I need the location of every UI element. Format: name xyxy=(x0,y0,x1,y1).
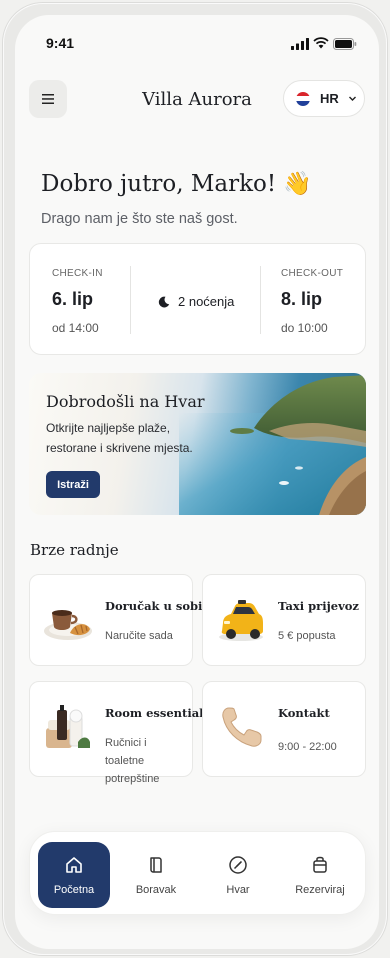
greeting-subtitle: Drago nam je što ste naš gost. xyxy=(41,211,238,227)
tab-label: Hvar xyxy=(226,884,250,896)
quick-action-title: Doručak u sobi xyxy=(105,599,203,613)
quick-action-breakfast[interactable]: Doručak u sobi Naručite sada xyxy=(29,574,202,666)
checkin-label: CHECK-IN xyxy=(52,268,103,279)
quick-action-taxi[interactable]: Taxi prijevoz 5 € popusta xyxy=(202,574,366,666)
status-time: 9:41 xyxy=(46,35,75,51)
stay-divider xyxy=(260,266,261,334)
quick-actions-title: Brze radnje xyxy=(30,541,119,559)
bottom-tab-bar: Početna Boravak Hvar Rezerviraj xyxy=(29,831,366,915)
checkin-date: 6. lip xyxy=(52,289,94,309)
tab-boravak[interactable]: Boravak xyxy=(120,842,192,908)
tab-rezerviraj[interactable]: Rezerviraj xyxy=(284,842,356,908)
quick-action-subtitle: Naručite sada xyxy=(105,630,173,642)
quick-action-subtitle: 5 € popusta xyxy=(278,630,336,642)
banner-text: Otkrijte najljepše plaže, restorane i sk… xyxy=(46,421,193,455)
moon-icon xyxy=(158,296,170,307)
signal-icon xyxy=(291,38,309,50)
quick-action-title: Taxi prijevoz xyxy=(278,599,359,613)
language-code: HR xyxy=(320,91,339,106)
quick-action-subtitle: 9:00 - 22:00 xyxy=(278,741,337,753)
banner-title: Dobrodošli na Hvar xyxy=(46,392,205,411)
stay-divider xyxy=(130,266,131,334)
tab-label: Početna xyxy=(53,884,95,896)
checkout-date: 8. lip xyxy=(281,289,323,309)
quick-action-essentials[interactable]: Room essentials Ručnici i toaletne potre… xyxy=(29,681,210,785)
essentials-icon xyxy=(46,705,90,748)
stay-card: CHECK-IN 6. lip od 14:00 2 noćenja CHECK… xyxy=(29,243,366,355)
checkout-time: do 10:00 xyxy=(281,321,328,335)
app-screen: 9:41 Villa Aurora HR Dobro jutro, Marko!… xyxy=(15,15,379,949)
explore-button[interactable]: Istraži xyxy=(46,471,100,498)
breakfast-icon xyxy=(44,610,92,640)
tab-hvar[interactable]: Hvar xyxy=(202,842,274,908)
quick-action-subtitle: Ručnici i toaletne potrepštine xyxy=(105,737,160,785)
tab-label: Boravak xyxy=(135,884,177,896)
chevron-down-icon xyxy=(348,96,356,101)
compass-icon xyxy=(229,856,247,874)
battery-icon xyxy=(333,38,357,50)
tab-label: Rezerviraj xyxy=(295,884,345,896)
book-icon xyxy=(150,857,162,873)
language-selector[interactable]: HR xyxy=(283,80,365,117)
phone-frame: 9:41 Villa Aurora HR Dobro jutro, Marko!… xyxy=(3,3,387,955)
nights-count: 2 noćenja xyxy=(158,294,234,309)
welcome-banner[interactable]: Dobrodošli na Hvar Otkrijte najljepše pl… xyxy=(29,373,366,515)
greeting-title: Dobro jutro, Marko! 👋 xyxy=(41,171,313,197)
wifi-icon xyxy=(313,37,329,49)
phone-icon xyxy=(222,707,262,747)
home-icon xyxy=(66,857,82,873)
quick-action-title: Room essentials xyxy=(105,706,210,720)
checkin-time: od 14:00 xyxy=(52,321,99,335)
bag-icon xyxy=(313,856,327,873)
checkout-label: CHECK-OUT xyxy=(281,268,344,279)
status-bar: 9:41 xyxy=(15,33,379,55)
quick-action-title: Kontakt xyxy=(278,706,330,720)
taxi-icon xyxy=(219,600,263,641)
quick-action-contact[interactable]: Kontakt 9:00 - 22:00 xyxy=(202,681,366,777)
nights-label: 2 noćenja xyxy=(178,294,235,309)
croatia-flag-icon xyxy=(296,91,310,106)
tab-pocetna[interactable]: Početna xyxy=(38,842,110,908)
